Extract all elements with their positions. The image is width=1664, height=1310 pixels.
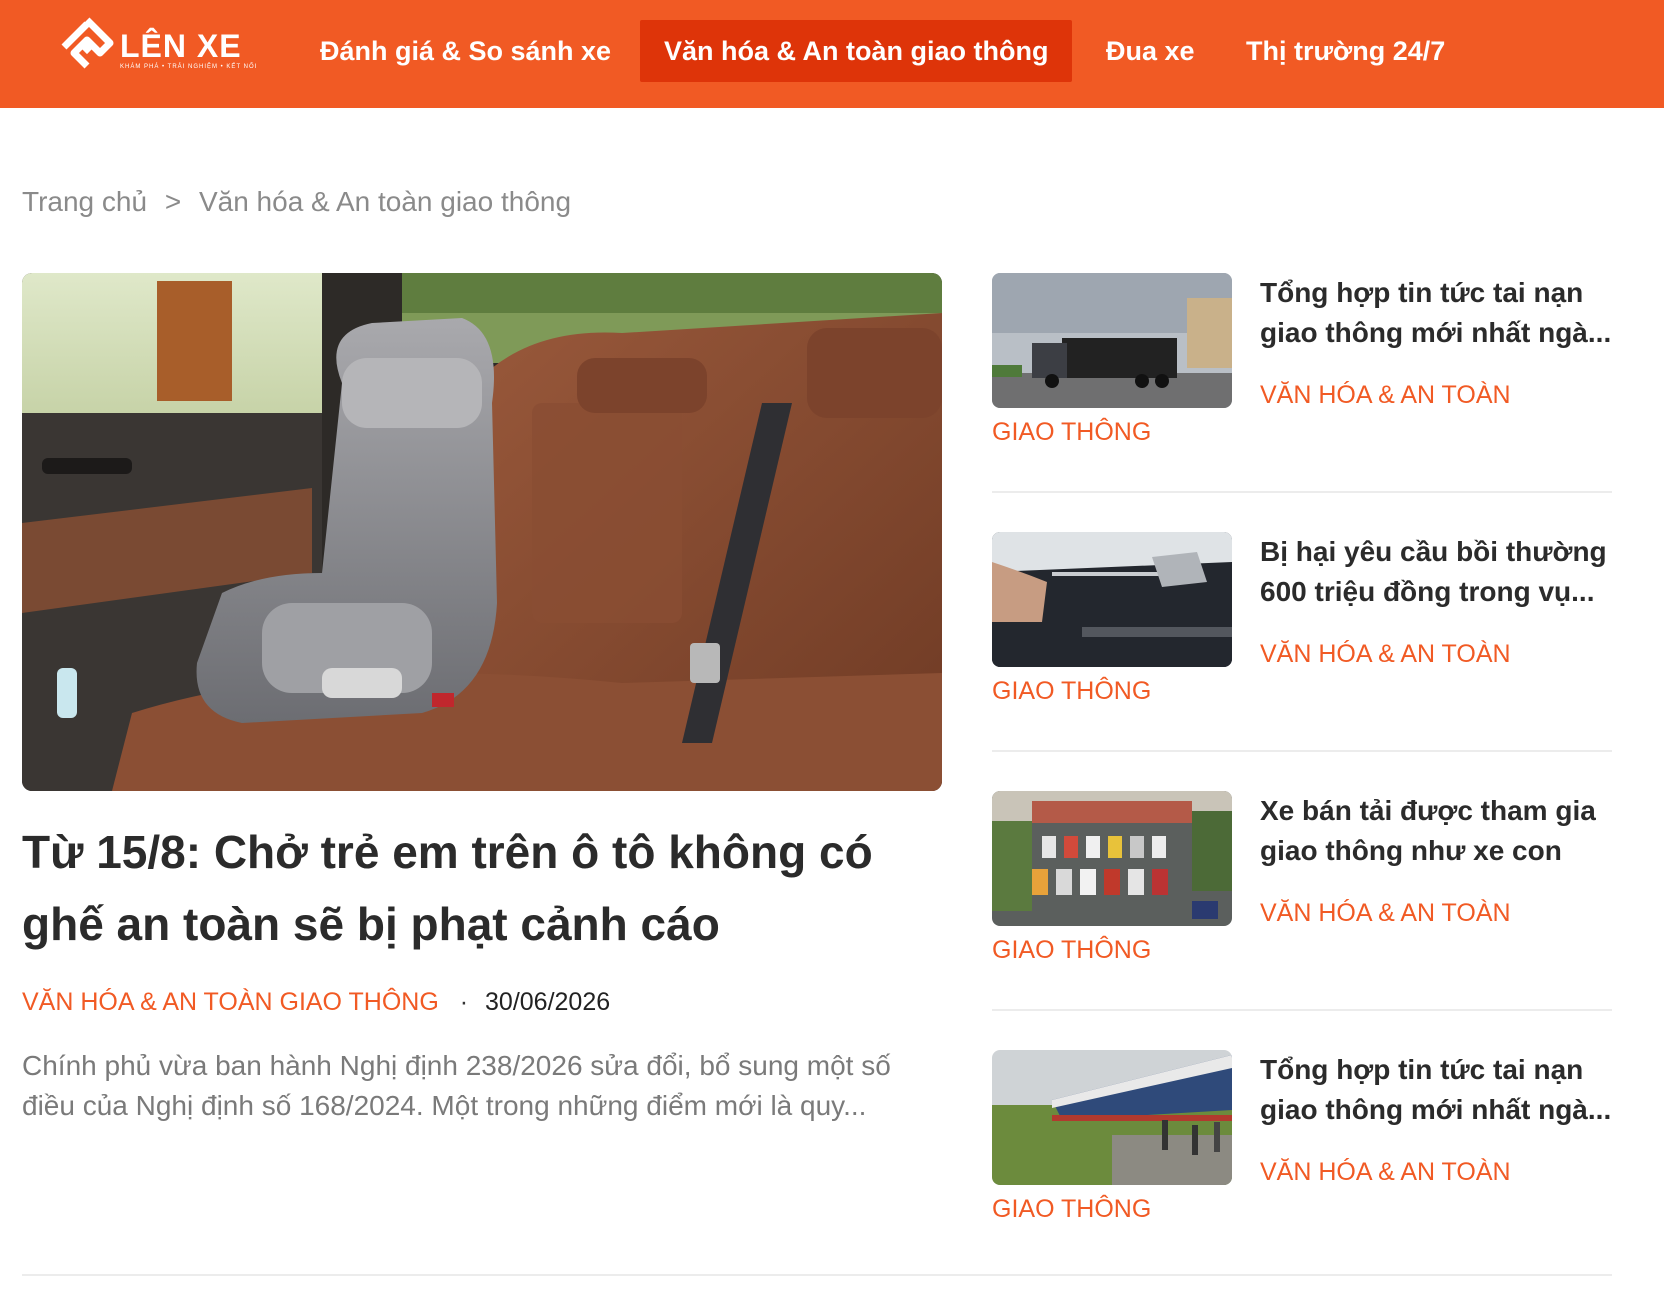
side-article-title-line1: Bị hại yêu cầu bồi thường: [1260, 536, 1607, 567]
side-article-category[interactable]: Văn hóa & An toàn giao thông: [992, 636, 1572, 710]
divider: [992, 750, 1612, 752]
logo-mark-icon: [61, 17, 114, 69]
side-article-title-line1: Tổng hợp tin tức tai nạn: [1260, 1054, 1584, 1085]
side-article-title[interactable]: Tổng hợp tin tức tai nạn giao thông mới …: [1260, 1050, 1612, 1130]
side-article-item: Xe bán tải được tham gia giao thông như …: [992, 791, 1612, 1051]
side-article-title[interactable]: Xe bán tải được tham gia giao thông như …: [1260, 791, 1612, 871]
featured-article-meta: Văn hóa & An toàn giao thông · 30/06/202…: [22, 988, 610, 1017]
nav-item-thi-truong[interactable]: Thị trường 24/7: [1222, 20, 1469, 82]
side-article-category[interactable]: Văn hóa & An toàn giao thông: [992, 1154, 1572, 1228]
side-article-title[interactable]: Bị hại yêu cầu bồi thường 600 triệu đồng…: [1260, 532, 1612, 612]
nav-item-dua-xe[interactable]: Đua xe: [1082, 20, 1219, 82]
featured-date: 30/06/2026: [485, 988, 611, 1016]
featured-category-link[interactable]: Văn hóa & An toàn giao thông: [22, 988, 439, 1016]
side-article-title-line2: 600 triệu đồng trong vụ...: [1260, 576, 1595, 607]
featured-article-excerpt: Chính phủ vừa ban hành Nghị định 238/202…: [22, 1050, 891, 1121]
side-article-category[interactable]: Văn hóa & An toàn giao thông: [992, 895, 1572, 969]
top-navigation-bar: LÊN XE KHÁM PHÁ • TRẢI NGHIỆM • KẾT NỐI …: [0, 0, 1664, 108]
side-article-title-line2: giao thông mới nhất ngà...: [1260, 317, 1612, 348]
nav-item-van-hoa-active[interactable]: Văn hóa & An toàn giao thông: [640, 20, 1073, 82]
breadcrumb-separator: >: [164, 186, 182, 217]
side-article-title[interactable]: Tổng hợp tin tức tai nạn giao thông mới …: [1260, 273, 1612, 353]
logo-tagline: KHÁM PHÁ • TRẢI NGHIỆM • KẾT NỐI: [120, 64, 258, 70]
divider: [992, 1009, 1612, 1011]
side-article-item: Tổng hợp tin tức tai nạn giao thông mới …: [992, 1050, 1612, 1310]
meta-separator: ·: [459, 988, 469, 1016]
featured-article-image[interactable]: [22, 273, 942, 791]
site-logo[interactable]: LÊN XE KHÁM PHÁ • TRẢI NGHIỆM • KẾT NỐI: [56, 16, 266, 78]
breadcrumb-current-link[interactable]: Văn hóa & An toàn giao thông: [199, 186, 571, 217]
section-divider: [22, 1274, 1612, 1276]
divider: [992, 491, 1612, 493]
side-article-title-line2: giao thông như xe con: [1260, 835, 1562, 866]
side-article-item: Bị hại yêu cầu bồi thường 600 triệu đồng…: [992, 532, 1612, 792]
featured-article-title[interactable]: Từ 15/8: Chở trẻ em trên ô tô không có g…: [22, 816, 942, 960]
side-article-item: Tổng hợp tin tức tai nạn giao thông mới …: [992, 273, 1612, 533]
nav-item-danh-gia[interactable]: Đánh giá & So sánh xe: [296, 20, 635, 82]
side-article-category[interactable]: Văn hóa & An toàn giao thông: [992, 377, 1572, 451]
side-article-title-line2: giao thông mới nhất ngà...: [1260, 1094, 1612, 1125]
car-child-seat-photo: [22, 273, 942, 791]
logo-wordmark: LÊN XE: [120, 28, 242, 64]
side-article-title-line1: Xe bán tải được tham gia: [1260, 795, 1596, 826]
breadcrumb-home-link[interactable]: Trang chủ: [22, 186, 147, 217]
breadcrumb: Trang chủ > Văn hóa & An toàn giao thông: [22, 186, 571, 218]
side-article-title-line1: Tổng hợp tin tức tai nạn: [1260, 277, 1584, 308]
